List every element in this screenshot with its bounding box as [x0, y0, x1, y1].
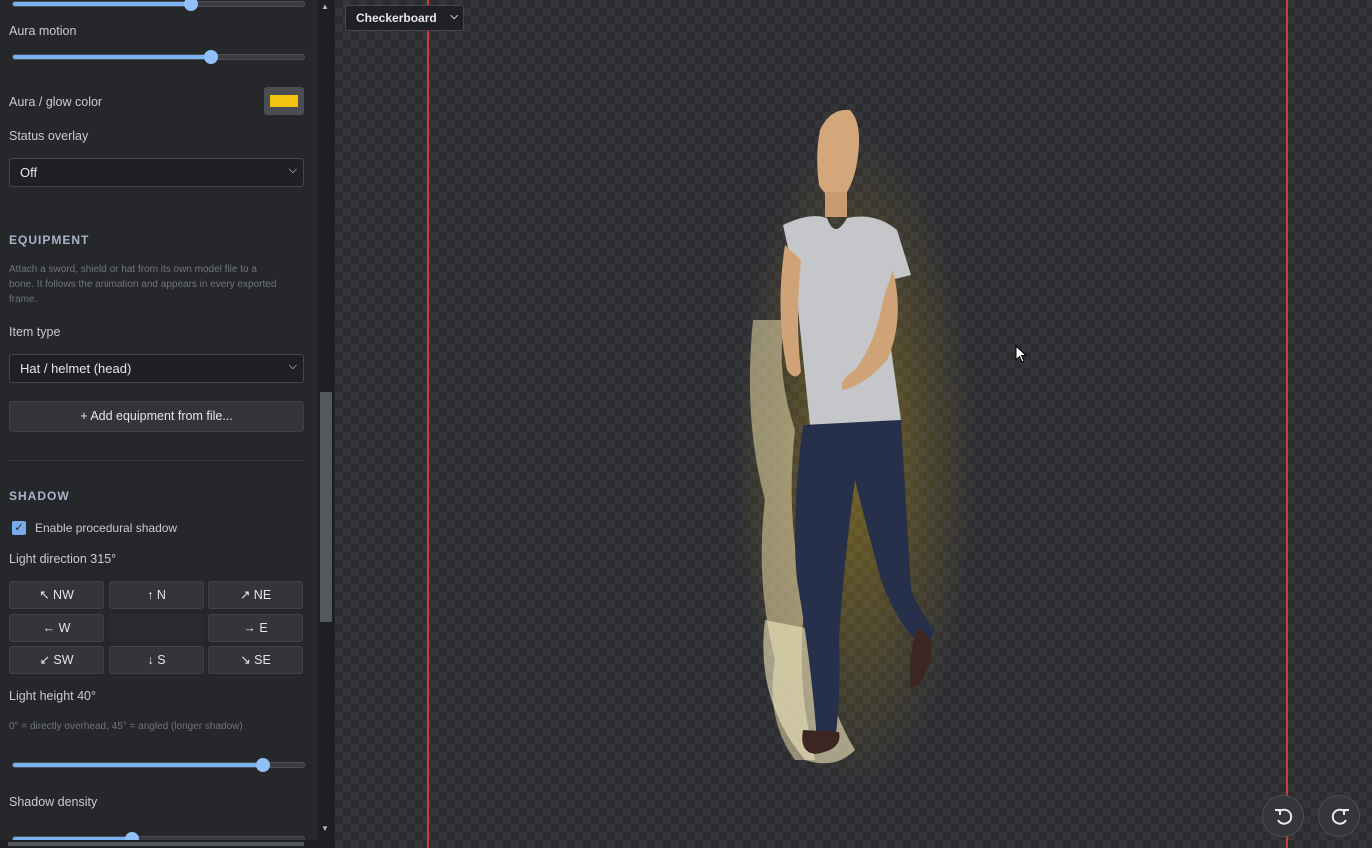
chevron-down-icon: ⌵	[288, 164, 297, 176]
aura-motion-label: Aura motion	[9, 24, 77, 38]
add-equipment-button[interactable]: + Add equipment from file...	[9, 401, 304, 432]
app-window: Aura motion Aura / glow color Status ove…	[0, 0, 1372, 848]
aura-color-swatch	[270, 95, 298, 107]
shadow-density-label: Shadow density	[9, 795, 98, 809]
background-select[interactable]: Checkerboard ⌵	[345, 5, 464, 31]
equipment-section-title: EQUIPMENT	[9, 233, 90, 247]
status-overlay-value: Off	[20, 165, 38, 180]
left-frame-guide	[427, 0, 429, 848]
item-type-value: Hat / helmet (head)	[20, 361, 132, 376]
status-overlay-label: Status overlay	[9, 129, 89, 143]
scroll-down-arrow-icon[interactable]: ▼	[321, 824, 329, 833]
aura-color-picker[interactable]	[264, 87, 304, 115]
equipment-help-text-3: frame.	[9, 294, 38, 305]
chevron-down-icon: ⌵	[288, 360, 297, 372]
top-slider[interactable]	[12, 0, 305, 11]
direction-n-button[interactable]: ↑ N	[109, 581, 204, 609]
settings-sidebar: Aura motion Aura / glow color Status ove…	[0, 0, 318, 848]
redo-icon	[1331, 808, 1349, 825]
aura-color-label: Aura / glow color	[9, 95, 103, 109]
character-model	[735, 109, 975, 780]
light-direction-label: Light direction 315°	[9, 552, 117, 566]
aura-motion-thumb[interactable]	[203, 50, 218, 64]
direction-center-empty	[109, 614, 204, 642]
enable-shadow-checkbox[interactable]: ✓	[12, 521, 26, 535]
scroll-up-arrow-icon[interactable]: ▲	[321, 2, 329, 11]
sidebar-scrollbar[interactable]: ▲ ▼	[318, 0, 335, 848]
item-type-label: Item type	[9, 325, 61, 339]
direction-w-button[interactable]: ← W	[9, 614, 104, 642]
direction-ne-button[interactable]: ↗ NE	[208, 581, 303, 609]
direction-e-button[interactable]: → E	[208, 614, 303, 642]
equipment-help-text-1: Attach a sword, shield or hat from its o…	[9, 264, 257, 275]
enable-shadow-label: Enable procedural shadow	[35, 521, 178, 535]
top-slider-thumb[interactable]	[183, 0, 198, 11]
undo-icon	[1275, 808, 1293, 825]
light-height-slider[interactable]	[12, 758, 305, 772]
light-height-fill	[13, 763, 264, 767]
shadow-section-title: SHADOW	[9, 489, 70, 503]
undo-button[interactable]	[1262, 795, 1304, 837]
neck	[825, 192, 847, 217]
status-overlay-select[interactable]: Off ⌵	[9, 158, 304, 187]
sidebar-horizontal-scrollbar[interactable]	[0, 840, 318, 848]
top-slider-fill	[13, 2, 191, 6]
direction-s-button[interactable]: ↓ S	[109, 646, 204, 674]
redo-button[interactable]	[1318, 795, 1360, 837]
mouse-cursor-icon	[1015, 345, 1027, 363]
equipment-help-text-2: bone. It follows the animation and appea…	[9, 279, 277, 290]
direction-nw-button[interactable]: ↖ NW	[9, 581, 104, 609]
direction-sw-button[interactable]: ↙ SW	[9, 646, 104, 674]
horizontal-scroll-thumb[interactable]	[8, 842, 304, 846]
scroll-thumb[interactable]	[320, 392, 332, 622]
background-select-value: Checkerboard	[356, 11, 437, 25]
chevron-down-icon: ⌵	[450, 11, 458, 22]
light-height-help: 0° = directly overhead, 45° = angled (lo…	[9, 721, 243, 732]
item-type-select[interactable]: Hat / helmet (head) ⌵	[9, 354, 304, 383]
direction-se-button[interactable]: ↘ SE	[208, 646, 303, 674]
aura-motion-slider[interactable]	[12, 50, 305, 64]
right-frame-guide	[1286, 0, 1288, 848]
aura-motion-fill	[13, 55, 211, 59]
light-height-thumb[interactable]	[256, 758, 271, 772]
section-divider	[9, 460, 304, 461]
preview-viewport[interactable]: Checkerboard ⌵	[335, 0, 1372, 848]
light-height-label: Light height 40°	[9, 689, 97, 703]
